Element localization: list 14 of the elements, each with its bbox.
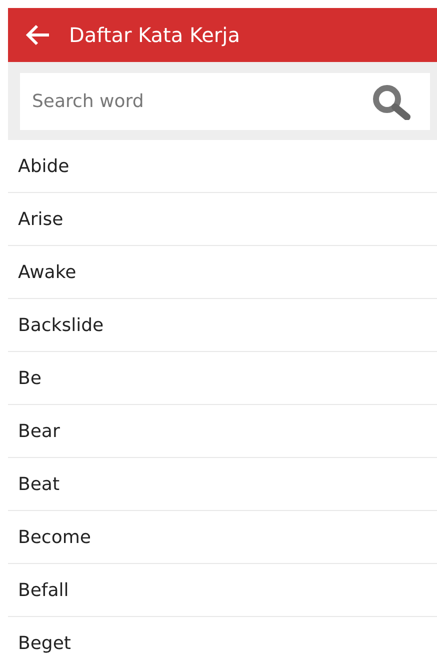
verb-list-item[interactable]: Arise	[8, 193, 437, 246]
verb-list-item[interactable]: Become	[8, 511, 437, 564]
search-icon[interactable]	[370, 84, 412, 120]
verb-list-item[interactable]: Be	[8, 352, 437, 405]
verb-list-item[interactable]: Bear	[8, 405, 437, 458]
verb-list-item[interactable]: Befall	[8, 564, 437, 617]
verb-list-item[interactable]: Backslide	[8, 299, 437, 352]
verb-list-item[interactable]: Beat	[8, 458, 437, 511]
verb-list-item[interactable]: Abide	[8, 140, 437, 193]
verb-list-item[interactable]: Awake	[8, 246, 437, 299]
back-arrow-icon[interactable]	[25, 24, 51, 46]
verb-list-item[interactable]: Beget	[8, 617, 437, 656]
screen-title: Daftar Kata Kerja	[69, 23, 240, 47]
search-field[interactable]: Search word	[20, 73, 430, 130]
